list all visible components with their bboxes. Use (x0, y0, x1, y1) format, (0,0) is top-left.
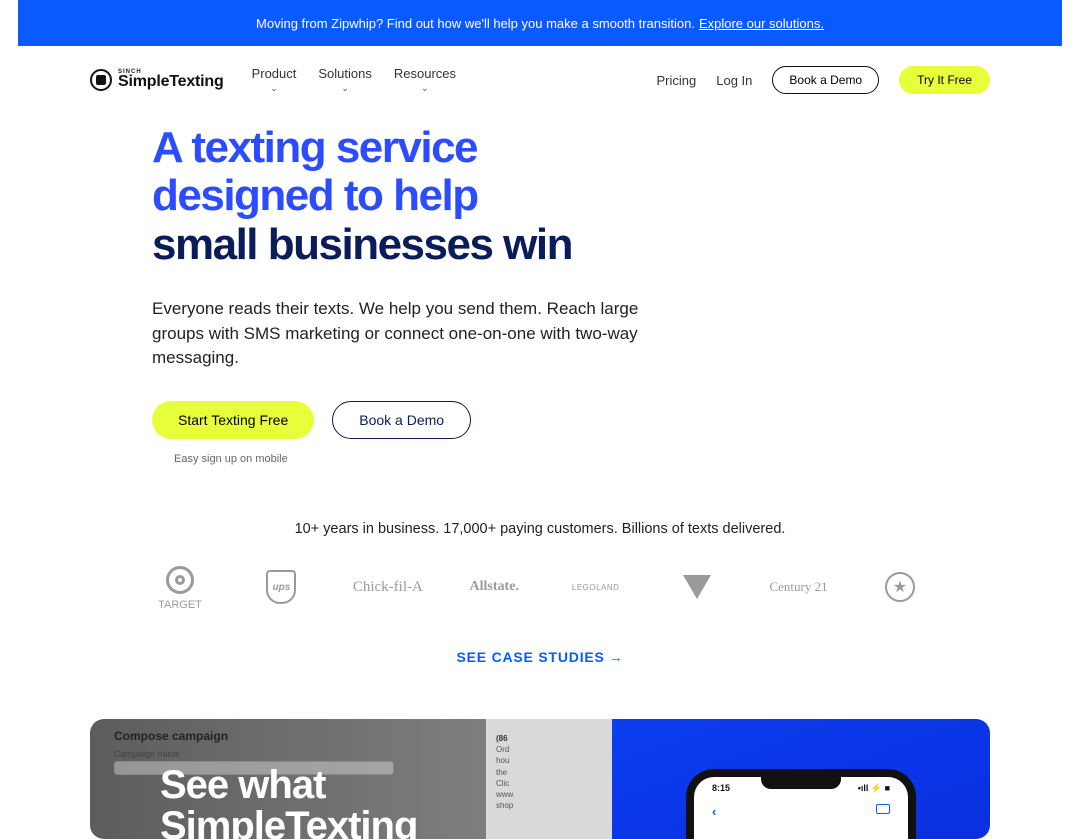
start-texting-button[interactable]: Start Texting Free (152, 401, 314, 439)
phone-nav-bar: ‹ (694, 794, 908, 819)
nav-pricing[interactable]: Pricing (657, 73, 697, 88)
try-free-button[interactable]: Try It Free (899, 66, 990, 94)
ymca-triangle-icon (683, 575, 711, 599)
brand-logo[interactable]: SINCH SimpleTexting (90, 69, 224, 91)
ups-shield-icon: ups (266, 570, 296, 604)
video-icon (876, 804, 890, 814)
feature-mid-panel: (86 Ord hou the Clic www shop (486, 719, 612, 839)
brand-ups: ups (251, 570, 311, 604)
target-icon (166, 566, 194, 594)
brand-target: TARGET (150, 563, 210, 611)
phone-signal-icon: •ıll ⚡ ■ (858, 783, 890, 794)
book-demo-large-button[interactable]: Book a Demo (332, 401, 471, 439)
chevron-down-icon: ⌄ (341, 83, 349, 94)
announcement-text: Moving from Zipwhip? Find out how we'll … (256, 16, 695, 31)
book-demo-button[interactable]: Book a Demo (772, 66, 879, 94)
hero-subhead: Everyone reads their texts. We help you … (152, 297, 652, 371)
arrow-right-icon: → (609, 649, 624, 665)
chevron-down-icon: ⌄ (270, 83, 278, 94)
nav-primary-links: Product ⌄ Solutions ⌄ Resources ⌄ (252, 66, 456, 94)
logo-icon (90, 69, 112, 91)
headline-line-2: designed to help (152, 171, 478, 220)
back-chevron-icon: ‹ (712, 804, 716, 819)
brand-legoland: LEGOLAND (566, 583, 626, 592)
customer-logo-row: TARGET ups Chick-fil-A Allstate. LEGOLAN… (0, 537, 1080, 621)
brand-century21: Century 21 (769, 579, 829, 595)
hero-headline: A texting service designed to help small… (152, 124, 1080, 269)
main-nav: SINCH SimpleTexting Product ⌄ Solutions … (0, 46, 1080, 104)
feature-right-panel: 8:15 •ıll ⚡ ■ ‹ (612, 719, 990, 839)
nav-resources[interactable]: Resources ⌄ (394, 66, 456, 94)
nav-login[interactable]: Log In (716, 73, 752, 88)
brand-ymca (667, 575, 727, 599)
social-proof-section: 10+ years in business. 17,000+ paying cu… (0, 521, 1080, 667)
nav-solutions[interactable]: Solutions ⌄ (318, 66, 371, 94)
starbucks-icon: ★ (885, 572, 915, 602)
feature-headline: See what SimpleTexting (160, 765, 417, 839)
compose-title: Compose campaign (114, 729, 486, 743)
campaign-name-label: Campaign name (114, 749, 486, 759)
nav-secondary: Pricing Log In Book a Demo Try It Free (657, 66, 991, 94)
brand-allstate: Allstate. (464, 579, 524, 595)
brand-chickfila: Chick-fil-A (353, 579, 423, 596)
feature-card: Compose campaign Campaign name See what … (90, 719, 990, 839)
logo-text: SimpleTexting (118, 73, 224, 91)
proof-headline: 10+ years in business. 17,000+ paying cu… (0, 521, 1080, 537)
hero-section: A texting service designed to help small… (0, 104, 1080, 465)
hero-cta-row: Start Texting Free Book a Demo (152, 401, 1080, 439)
feature-left-panel: Compose campaign Campaign name See what … (90, 719, 486, 839)
headline-line-3: small businesses win (152, 220, 572, 269)
phone-time: 8:15 (712, 783, 730, 794)
hero-microcopy: Easy sign up on mobile (174, 453, 1080, 465)
announcement-bar: Moving from Zipwhip? Find out how we'll … (18, 0, 1062, 46)
case-studies-link[interactable]: SEE CASE STUDIES→ (457, 649, 624, 665)
nav-product[interactable]: Product ⌄ (252, 66, 297, 94)
headline-line-1: A texting service (152, 123, 477, 172)
announcement-link[interactable]: Explore our solutions. (699, 16, 824, 31)
chevron-down-icon: ⌄ (421, 83, 429, 94)
phone-notch (761, 777, 841, 789)
phone-mockup: 8:15 •ıll ⚡ ■ ‹ (686, 769, 916, 839)
brand-starbucks: ★ (870, 572, 930, 602)
